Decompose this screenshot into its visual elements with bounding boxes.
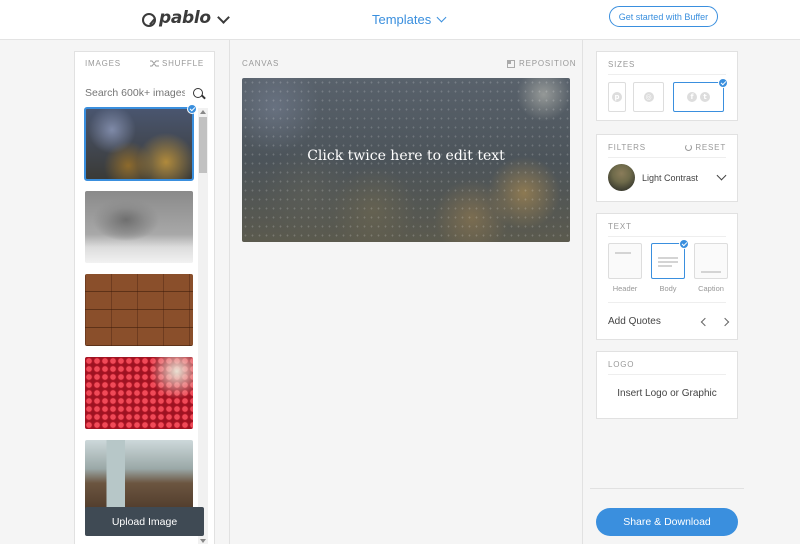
canvas-title: CANVAS xyxy=(242,59,280,68)
filters-panel: FILTERS RESET Light Contrast xyxy=(596,134,738,202)
image-thumbnail[interactable] xyxy=(85,191,193,263)
text-title: TEXT xyxy=(608,222,632,231)
text-panel: TEXT Header Body Caption Add Quotes xyxy=(596,213,738,340)
logo-text: pablo xyxy=(159,8,211,28)
body-preview-line xyxy=(658,257,678,259)
scroll-up-icon[interactable] xyxy=(200,110,206,114)
shuffle-icon xyxy=(149,60,159,67)
body-preview-line xyxy=(658,261,678,263)
chevron-down-icon xyxy=(216,10,230,24)
pinterest-icon: p xyxy=(612,92,622,102)
size-instagram[interactable]: ◎ xyxy=(633,82,664,112)
image-list-scrollbar[interactable] xyxy=(198,108,208,544)
reposition-label: REPOSITION xyxy=(519,59,577,68)
selected-check-icon xyxy=(718,78,728,88)
share-download-button[interactable]: Share & Download xyxy=(596,508,738,536)
scroll-down-icon[interactable] xyxy=(200,539,206,543)
sizes-panel: SIZES p ◎ f t xyxy=(596,51,738,121)
header-preview-line xyxy=(615,252,631,254)
divider xyxy=(608,157,726,158)
get-started-button[interactable]: Get started with Buffer xyxy=(609,6,718,27)
shuffle-label: SHUFFLE xyxy=(161,59,204,68)
image-thumbnail[interactable] xyxy=(85,357,193,429)
caption-preview-line xyxy=(701,271,721,273)
templates-dropdown[interactable]: Templates xyxy=(372,12,447,27)
logo-panel: LOGO Insert Logo or Graphic xyxy=(596,351,738,419)
selected-check-icon xyxy=(679,239,689,249)
pablo-logo-icon xyxy=(142,12,156,27)
divider xyxy=(608,302,726,303)
search-input[interactable] xyxy=(85,87,185,99)
filter-preview-thumbnail xyxy=(608,164,635,191)
reset-label: RESET xyxy=(695,143,726,152)
quote-arrows xyxy=(700,317,730,326)
image-search xyxy=(85,85,206,101)
insert-logo-button[interactable]: Insert Logo or Graphic xyxy=(597,388,737,399)
twitter-icon: t xyxy=(700,92,710,102)
reset-icon xyxy=(685,144,693,151)
body-preview-line xyxy=(658,265,672,267)
divider xyxy=(608,74,726,75)
shuffle-button[interactable]: SHUFFLE xyxy=(149,59,204,68)
upload-image-button[interactable]: Upload Image xyxy=(85,507,204,536)
reposition-button[interactable]: REPOSITION xyxy=(507,59,576,68)
filter-select[interactable]: Light Contrast xyxy=(642,173,698,183)
divider xyxy=(229,40,230,544)
pablo-logo[interactable]: pablo xyxy=(142,8,230,28)
chevron-down-icon[interactable] xyxy=(716,170,727,181)
image-thumbnail[interactable] xyxy=(85,440,193,512)
reposition-icon xyxy=(507,59,515,68)
images-panel: IMAGES SHUFFLE Upload Image xyxy=(74,51,215,544)
logo-title: LOGO xyxy=(608,360,635,369)
divider xyxy=(590,488,744,489)
chevron-left-icon[interactable] xyxy=(700,317,710,326)
divider xyxy=(608,236,726,237)
text-style-label: Body xyxy=(659,284,677,293)
add-quotes-row: Add Quotes xyxy=(608,316,730,327)
sizes-title: SIZES xyxy=(608,60,636,69)
size-pinterest[interactable]: p xyxy=(608,82,626,112)
chevron-right-icon[interactable] xyxy=(720,317,730,326)
top-bar: pablo Templates Get started with Buffer xyxy=(0,0,800,40)
image-thumbnail[interactable] xyxy=(85,274,193,346)
text-style-label: Header xyxy=(612,284,638,293)
text-style-header[interactable] xyxy=(608,243,642,279)
instagram-icon: ◎ xyxy=(643,92,654,102)
reset-filter-button[interactable]: RESET xyxy=(685,143,726,152)
canvas-image[interactable]: Click twice here to edit text xyxy=(242,78,570,242)
search-icon[interactable] xyxy=(193,88,203,98)
text-style-body[interactable] xyxy=(651,243,685,279)
images-title: IMAGES xyxy=(85,59,121,68)
scrollbar-thumb[interactable] xyxy=(199,117,207,173)
divider xyxy=(608,374,726,375)
selected-check-icon xyxy=(187,104,197,114)
divider xyxy=(582,40,583,544)
canvas-text[interactable]: Click twice here to edit text xyxy=(242,148,570,164)
filters-title: FILTERS xyxy=(608,143,646,152)
image-thumbnail[interactable] xyxy=(84,107,194,181)
add-quotes-label[interactable]: Add Quotes xyxy=(608,316,661,327)
text-style-label: Caption xyxy=(698,284,724,293)
templates-label: Templates xyxy=(372,12,432,27)
text-style-caption[interactable] xyxy=(694,243,728,279)
size-facebook-twitter[interactable]: f t xyxy=(673,82,724,112)
facebook-icon: f xyxy=(687,92,697,102)
chevron-down-icon xyxy=(436,12,447,23)
